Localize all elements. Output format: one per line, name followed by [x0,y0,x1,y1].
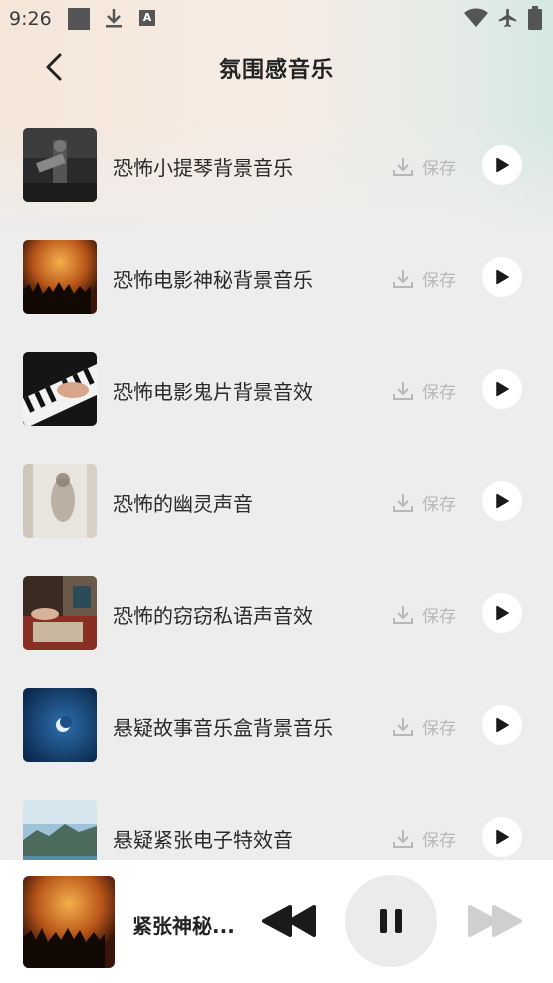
play-button[interactable] [482,817,522,857]
pause-button[interactable] [345,875,437,967]
download-icon [393,605,413,624]
track-title: 恐怖电影神秘背景音乐 [113,268,313,292]
play-icon [496,605,509,621]
now-playing-title: 紧张神秘... [132,914,235,938]
track-title: 恐怖的幽灵声音 [113,492,253,516]
download-icon [393,157,413,176]
save-label: 保存 [422,159,456,179]
track-row[interactable]: 恐怖的幽灵声音 保存 [0,454,553,566]
play-button[interactable] [482,705,522,745]
track-row[interactable]: 恐怖电影鬼片背景音效 保存 [0,342,553,454]
track-title: 恐怖电影鬼片背景音效 [113,380,313,404]
airplane-mode-icon [498,8,517,28]
save-button[interactable]: 保存 [392,154,456,179]
status-time: 9:26 [9,8,52,30]
battery-icon [528,6,542,30]
save-label: 保存 [422,719,456,739]
play-icon [496,157,509,173]
play-button[interactable] [482,257,522,297]
play-button[interactable] [482,145,522,185]
download-icon [393,381,413,400]
save-label: 保存 [422,831,456,851]
previous-track-icon[interactable] [260,904,318,938]
save-label: 保存 [422,271,456,291]
save-button[interactable]: 保存 [392,714,456,739]
track-thumbnail [23,240,97,314]
track-row[interactable]: 悬疑故事音乐盒背景音乐 保存 [0,678,553,790]
save-label: 保存 [422,607,456,627]
track-title: 悬疑紧张电子特效音 [113,828,293,852]
play-icon [496,381,509,397]
notification-square-icon [68,8,90,30]
track-row[interactable]: 恐怖小提琴背景音乐 保存 [0,118,553,230]
track-row[interactable]: 恐怖的窃窃私语声音效 保存 [0,566,553,678]
play-button[interactable] [482,593,522,633]
download-icon [393,269,413,288]
track-thumbnail [23,688,97,762]
download-icon [393,717,413,736]
pause-icon [380,909,402,933]
save-button[interactable]: 保存 [392,266,456,291]
save-button[interactable]: 保存 [392,602,456,627]
track-title: 恐怖小提琴背景音乐 [113,156,293,180]
app-notification-icon: A [139,10,155,26]
track-title: 恐怖的窃窃私语声音效 [113,604,313,628]
track-thumbnail [23,352,97,426]
track-title: 悬疑故事音乐盒背景音乐 [113,716,333,740]
save-button[interactable]: 保存 [392,490,456,515]
play-icon [496,717,509,733]
track-thumbnail [23,464,97,538]
download-icon [393,829,413,848]
download-icon [393,493,413,512]
status-bar: 9:26 A [0,0,553,38]
now-playing-bar: 紧张神秘... [0,860,553,983]
download-notification-icon [106,9,122,28]
save-button[interactable]: 保存 [392,378,456,403]
wifi-icon [464,8,488,27]
play-icon [496,269,509,285]
play-icon [496,493,509,509]
track-thumbnail [23,128,97,202]
next-track-icon[interactable] [466,904,524,938]
play-icon [496,829,509,845]
track-row[interactable]: 恐怖电影神秘背景音乐 保存 [0,230,553,342]
now-playing-thumbnail[interactable] [23,876,115,968]
save-label: 保存 [422,495,456,515]
play-button[interactable] [482,369,522,409]
save-label: 保存 [422,383,456,403]
save-button[interactable]: 保存 [392,826,456,851]
play-button[interactable] [482,481,522,521]
track-thumbnail [23,576,97,650]
page-title: 氛围感音乐 [218,58,334,83]
